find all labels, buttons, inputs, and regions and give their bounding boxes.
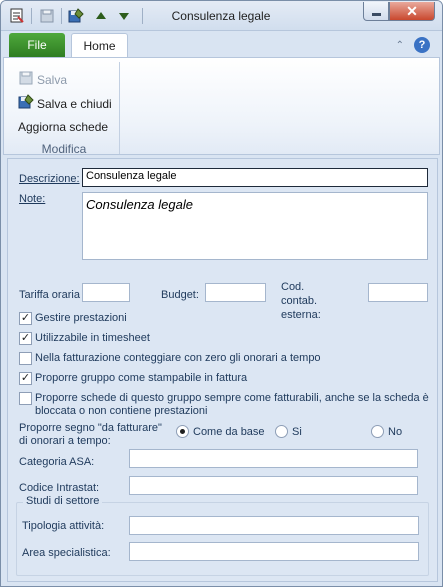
radio-circle [371, 425, 384, 438]
area-label: Area specialistica: [22, 547, 111, 559]
categoria-label: Categoria ASA: [19, 456, 95, 468]
budget-field[interactable] [205, 283, 266, 302]
up-arrow-icon[interactable] [93, 8, 109, 24]
checkbox-box [19, 352, 32, 365]
qat-separator [61, 8, 62, 24]
group-label: Modifica [41, 142, 87, 156]
save-close-icon[interactable] [68, 8, 84, 24]
refresh-button[interactable]: Aggiorna schede [18, 120, 108, 134]
dialog-window: Consulenza legale ✕ File Home ⌃ ? Salva [0, 0, 443, 587]
cod-label-3: esterna: [281, 309, 321, 321]
ribbon-group-modifica: Salva Salva e chiudi Aggiorna schede Mod… [8, 62, 120, 156]
checkbox-label-line2: bloccata o non contiene prestazioni [35, 405, 208, 417]
checkbox-conteggiare-zero[interactable]: Nella fatturazione conteggiare con zero … [19, 352, 321, 365]
tab-home[interactable]: Home [71, 33, 128, 58]
radio-no[interactable]: No [371, 425, 402, 438]
tab-file[interactable]: File [9, 33, 65, 57]
checkbox-box: ✓ [19, 372, 32, 385]
down-arrow-icon[interactable] [116, 8, 132, 24]
budget-label: Budget: [161, 289, 199, 301]
studi-settore-title: Studi di settore [23, 495, 103, 507]
checkbox-utilizzabile-timesheet[interactable]: ✓ Utilizzabile in timesheet [19, 332, 150, 345]
checkbox-box: ✓ [19, 312, 32, 325]
proporre-label-1: Proporre segno "da fatturare" [19, 422, 162, 434]
codice-label: Codice Intrastat: [19, 482, 100, 494]
close-icon: ✕ [406, 2, 418, 19]
checkbox-box [19, 392, 32, 405]
form-panel: Descrizione: Consulenza legale Note: Con… [7, 158, 438, 582]
tariffa-label: Tariffa oraria [19, 289, 80, 301]
area-field[interactable] [129, 542, 419, 561]
cod-contab-field[interactable] [368, 283, 428, 302]
save-label: Salva [37, 72, 68, 87]
categoria-field[interactable] [129, 449, 418, 468]
note-label: Note: [19, 193, 46, 205]
descrizione-field[interactable]: Consulenza legale [82, 168, 428, 187]
proporre-label-2: di onorari a tempo: [19, 435, 111, 447]
save-close-button[interactable]: Salva e chiudi [18, 94, 112, 113]
save-close-label: Salva e chiudi [37, 96, 112, 111]
save-icon[interactable] [39, 8, 55, 24]
save-close-icon [18, 94, 34, 113]
save-button[interactable]: Salva [18, 70, 67, 89]
help-icon[interactable]: ? [414, 37, 430, 53]
checkbox-box: ✓ [19, 332, 32, 345]
window-title: Consulenza legale [171, 9, 271, 23]
checkbox-gestire-prestazioni[interactable]: ✓ Gestire prestazioni [19, 312, 127, 325]
save-icon [18, 70, 34, 89]
close-button[interactable]: ✕ [389, 2, 435, 21]
cod-label-1: Cod. [281, 281, 305, 293]
title-bar: Consulenza legale ✕ [1, 1, 442, 31]
qat-separator [142, 8, 143, 24]
tipologia-field[interactable] [129, 516, 419, 535]
studi-settore-group: Studi di settore Tipologia attività: Are… [16, 495, 429, 576]
tariffa-field[interactable] [82, 283, 130, 302]
radio-circle [275, 425, 288, 438]
radio-si[interactable]: Si [275, 425, 302, 438]
checkbox-stampabile-fattura[interactable]: ✓ Proporre gruppo come stampabile in fat… [19, 372, 247, 385]
ribbon-panel: Salva Salva e chiudi Aggiorna schede Mod… [3, 57, 440, 156]
note-field[interactable]: Consulenza legale [82, 192, 428, 260]
app-icon[interactable] [9, 8, 25, 24]
ribbon-tabs: File Home ⌃ ? [1, 31, 442, 58]
minimize-icon [371, 12, 381, 16]
checkbox-sempre-fatturabili[interactable]: Proporre schede di questo gruppo sempre … [19, 392, 429, 418]
minimize-button[interactable] [363, 2, 389, 21]
tipologia-label: Tipologia attività: [22, 520, 105, 532]
radio-circle [176, 425, 189, 438]
descrizione-label: Descrizione: [19, 173, 80, 185]
cod-label-2: contab. [281, 295, 318, 307]
codice-field[interactable] [129, 476, 418, 495]
radio-come-da-base[interactable]: Come da base [176, 425, 265, 438]
checkbox-label-line1: Proporre schede di questo gruppo sempre … [35, 392, 429, 404]
ribbon-controls: ⌃ ? [396, 37, 430, 53]
collapse-ribbon-icon[interactable]: ⌃ [396, 40, 404, 51]
qat-separator [31, 8, 32, 24]
